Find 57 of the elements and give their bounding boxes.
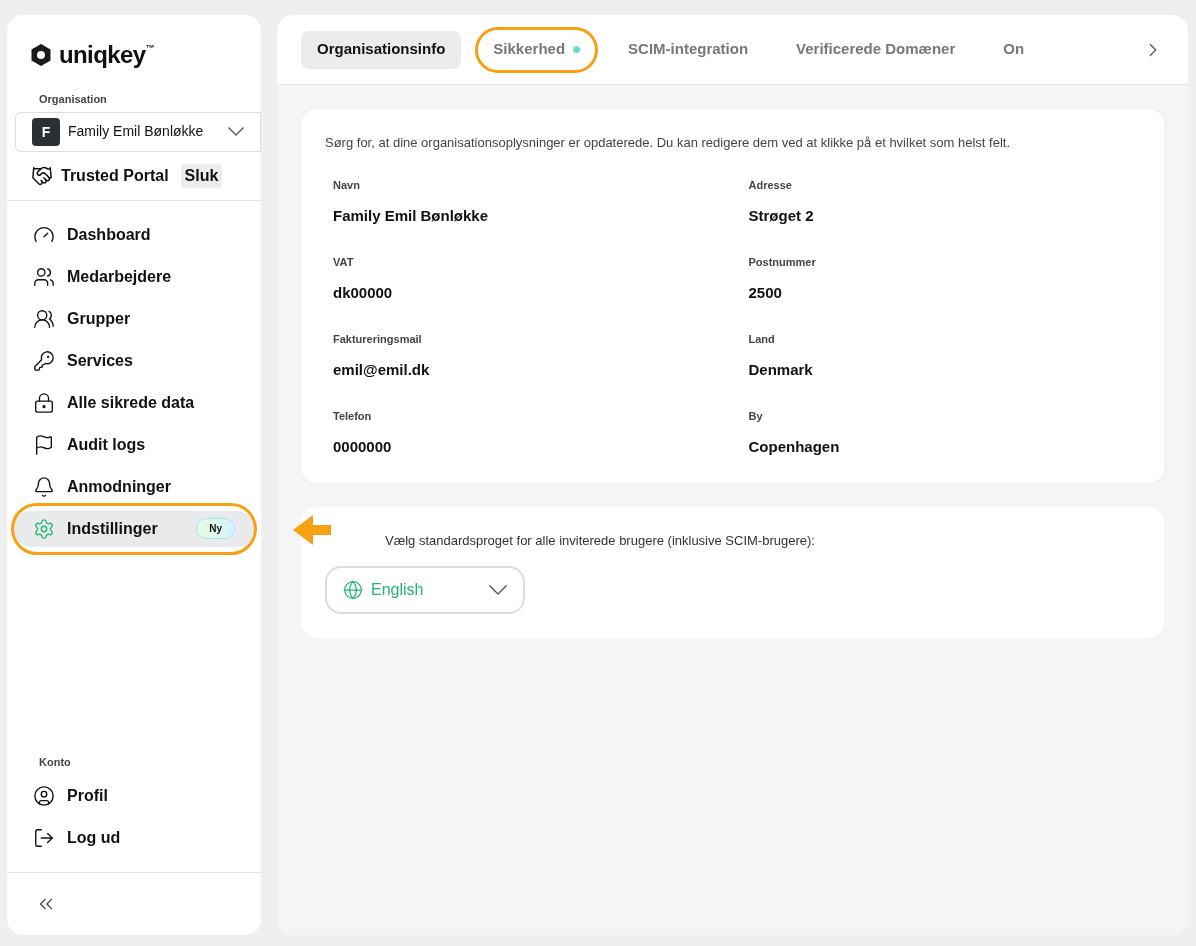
organisation-avatar: F <box>32 117 60 146</box>
logout-icon <box>33 827 55 849</box>
language-text: Vælg standardsproget for alle inviterede brugere (inklusive SCIM-brugere): <box>384 531 816 550</box>
trusted-portal-label: Trusted Portal <box>61 165 169 186</box>
group-icon <box>33 307 55 330</box>
toggle-off-button[interactable]: Sluk <box>180 163 223 188</box>
new-badge: Ny <box>196 518 235 539</box>
tab[interactable]: SCIM-integration <box>612 30 765 69</box>
field-value[interactable]: 2500 <box>748 282 1132 305</box>
nav-item[interactable]: Medarbejdere <box>13 258 255 295</box>
field-value[interactable]: 0000000 <box>333 436 717 459</box>
tab[interactable]: Sikkerhed <box>477 30 597 69</box>
nav-item[interactable]: Grupper <box>13 300 255 337</box>
nav-item[interactable]: Services <box>13 342 255 379</box>
field-label: Faktureringsmail <box>333 331 423 347</box>
logo-icon <box>31 44 51 66</box>
chevron-down-icon <box>489 585 507 595</box>
section-label: Organisation <box>38 92 108 107</box>
field-value[interactable]: Denmark <box>748 359 1132 382</box>
users-icon <box>33 265 55 288</box>
field-label: Navn <box>333 177 361 193</box>
trademark-mark: ™ <box>145 42 155 54</box>
field-label: Postnummer <box>748 254 817 270</box>
chevron-down-icon <box>228 127 244 136</box>
globe-icon <box>343 580 363 600</box>
field-value[interactable]: Strøget 2 <box>748 205 1132 228</box>
field-label: Adresse <box>748 177 793 193</box>
user-circle-icon <box>33 785 55 807</box>
field-value[interactable]: Family Emil Bønløkke <box>333 205 717 228</box>
section-label: Konto <box>38 754 72 770</box>
field-value[interactable]: emil@emil.dk <box>333 359 717 382</box>
field-value[interactable]: dk00000 <box>333 282 717 305</box>
nav-item[interactable]: Indstillinger Ny <box>13 510 255 547</box>
nav-item[interactable]: Alle sikrede data <box>13 384 255 421</box>
flag-icon <box>33 433 55 456</box>
bell-icon <box>33 475 55 498</box>
nav-item[interactable]: Log ud <box>13 820 255 856</box>
handshake-icon <box>31 164 53 187</box>
tab[interactable]: On <box>987 30 1041 69</box>
field-label: Land <box>748 331 776 347</box>
intro-text: Sørg for, at dine organisationsoplysninger er opdaterede. Du kan redigere dem ved at klikke på et hvilket som helst felt. <box>325 134 1012 152</box>
tab[interactable]: Verificerede Domæner <box>780 30 972 69</box>
tab[interactable]: Organisationsinfo <box>301 30 462 69</box>
settings-icon <box>33 517 55 540</box>
nav-item[interactable]: Dashboard <box>13 216 255 253</box>
nav-item[interactable]: Audit logs <box>13 426 255 463</box>
key-icon <box>33 349 55 372</box>
organisation-select[interactable]: F Family Emil Bønløkke <box>15 111 261 152</box>
field-label: Telefon <box>333 408 373 424</box>
field-label: By <box>748 408 764 424</box>
nav-item[interactable]: Anmodninger <box>13 468 255 505</box>
logo-text: uniqkey <box>59 43 146 67</box>
lock-icon <box>33 391 55 414</box>
field-value[interactable]: Copenhagen <box>748 436 1132 459</box>
pointer-arrow <box>293 514 331 545</box>
field-label: VAT <box>333 254 355 270</box>
nav-item[interactable]: Profil <box>13 778 255 814</box>
